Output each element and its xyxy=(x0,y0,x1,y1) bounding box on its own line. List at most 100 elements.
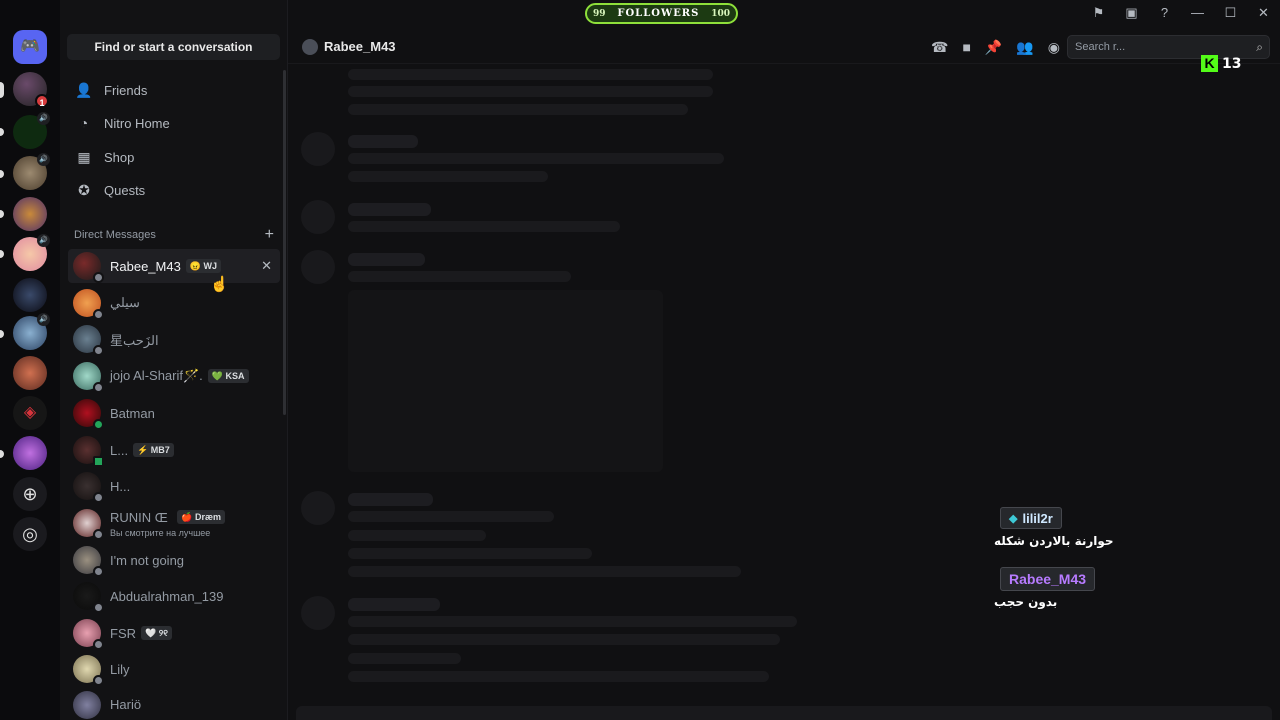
pin-icon[interactable]: 📌 xyxy=(985,39,1002,56)
skeleton-line xyxy=(348,511,554,522)
channel-header: Rabee_M43 ☎ ■ 📌 👥 ◉ Search r... ⌕ xyxy=(288,30,1280,64)
avatar xyxy=(73,509,104,540)
server-icon[interactable]: 🔊 xyxy=(13,234,50,271)
status-offline xyxy=(93,272,104,283)
find-conversation-button[interactable]: Find or start a conversation xyxy=(67,34,280,60)
dm-item[interactable]: L... ⚡ MB7 xyxy=(68,433,280,467)
nav-friends[interactable]: 👤 Friends xyxy=(68,75,274,105)
dm-item[interactable]: I'm not going xyxy=(68,543,280,577)
skeleton-line xyxy=(348,671,769,682)
home-button[interactable]: 🎮 xyxy=(13,30,47,64)
skeleton-line xyxy=(348,135,418,148)
followers-label: FOLLOWERS xyxy=(617,8,700,19)
dm-name: jojo Al-Sharif🪄. xyxy=(110,368,203,383)
nav-label: Nitro Home xyxy=(104,115,170,131)
server-icon[interactable] xyxy=(13,436,47,470)
chat-overlay-user: ◆ lilil2r xyxy=(1000,507,1062,529)
flag-icon[interactable]: ⚑ xyxy=(1082,5,1115,21)
dm-item[interactable]: RUNIN Œ 🍎 Dræm Вы смотрите на лучшее xyxy=(68,506,280,540)
server-icon[interactable]: 🔊 xyxy=(13,112,50,149)
skeleton-avatar xyxy=(301,200,335,234)
status-offline xyxy=(93,639,104,650)
inbox-icon[interactable]: ▣ xyxy=(1115,5,1148,21)
close-dm-icon[interactable]: ✕ xyxy=(261,258,272,274)
guild-tag: 💚 KSA xyxy=(207,369,249,383)
dm-name: RUNIN Œ xyxy=(110,509,168,525)
voice-call-icon[interactable]: ☎ xyxy=(931,39,948,56)
skeleton-line xyxy=(348,548,592,559)
dm-item[interactable]: jojo Al-Sharif🪄. 💚 KSA xyxy=(68,359,280,393)
dm-item[interactable]: 星الزَحب xyxy=(68,322,280,356)
dm-name: H... xyxy=(110,478,131,494)
search-placeholder: Search r... xyxy=(1075,41,1126,53)
user-profile-icon[interactable]: ◉ xyxy=(1048,39,1060,56)
sidebar-scrollbar[interactable] xyxy=(283,70,286,415)
dm-item[interactable]: H... xyxy=(68,469,280,503)
status-offline xyxy=(93,492,104,503)
channel-title: Rabee_M43 xyxy=(324,39,396,54)
status-offline xyxy=(93,602,104,613)
nav-nitro-home[interactable]: ◔ Nitro Home xyxy=(68,108,274,138)
skeleton-line xyxy=(348,104,688,115)
compass-icon: ◎ xyxy=(22,524,38,544)
dm-name: Abdualrahman_139 xyxy=(110,588,224,604)
skeleton-avatar xyxy=(301,491,335,525)
dm-item[interactable]: سيلي xyxy=(68,286,280,320)
video-call-icon[interactable]: ■ xyxy=(962,39,970,56)
dm-sidebar: Find or start a conversation 👤 Friends ◔… xyxy=(60,0,288,720)
avatar xyxy=(73,289,104,320)
avatar xyxy=(73,582,104,613)
minimize-icon[interactable]: — xyxy=(1181,5,1214,21)
nav-label: Shop xyxy=(104,149,135,165)
dm-name: FSR xyxy=(110,625,136,641)
skeleton-image xyxy=(348,290,663,472)
unread-indicator xyxy=(0,330,4,338)
dm-name: سيلي xyxy=(110,295,140,310)
skeleton-line xyxy=(348,653,461,664)
close-window-icon[interactable]: ✕ xyxy=(1247,5,1280,21)
dm-item[interactable]: Rabee_M43 😠 WJ ✕ xyxy=(68,249,280,283)
dm-text: RUNIN Œ 🍎 Dræm Вы смотрите на лучшее xyxy=(110,509,225,538)
add-friends-icon[interactable]: 👥 xyxy=(1016,39,1033,56)
dm-item[interactable]: FSR 🤍 ୨୧ xyxy=(68,616,280,650)
help-icon[interactable]: ? xyxy=(1148,5,1181,21)
server-icon[interactable] xyxy=(13,356,47,390)
server-icon[interactable]: 🔊 xyxy=(13,313,50,350)
nav-shop[interactable]: ▦ Shop xyxy=(68,142,274,172)
message-composer[interactable] xyxy=(296,706,1272,720)
nav-quests[interactable]: ✪ Quests xyxy=(68,175,274,205)
skeleton-line xyxy=(348,598,440,611)
discover-button[interactable]: ◎ xyxy=(13,517,47,551)
dm-name: Rabee_M43 xyxy=(110,258,181,274)
avatar xyxy=(73,655,104,686)
server-icon[interactable]: ◈ xyxy=(13,396,47,430)
server-icon[interactable]: 1 xyxy=(13,72,49,108)
status-offline xyxy=(93,309,104,320)
skeleton-line xyxy=(348,221,620,232)
avatar xyxy=(73,362,104,393)
dm-item[interactable]: Abdualrahman_139 xyxy=(68,579,280,613)
voice-icon: 🔊 xyxy=(37,313,50,326)
dm-item[interactable]: Batman xyxy=(68,396,280,430)
skeleton-avatar xyxy=(301,132,335,166)
add-server-button[interactable]: ⊕ xyxy=(13,477,47,511)
server-icon[interactable] xyxy=(13,197,47,231)
skeleton-avatar xyxy=(301,596,335,630)
skeleton-line xyxy=(348,253,425,266)
create-dm-plus-icon[interactable]: + xyxy=(265,227,274,243)
skeleton-line xyxy=(348,153,724,164)
server-icon[interactable] xyxy=(13,278,47,312)
voice-icon: 🔊 xyxy=(37,234,50,247)
maximize-icon[interactable]: ☐ xyxy=(1214,5,1247,21)
skeleton-line xyxy=(348,271,571,282)
skeleton-line xyxy=(348,493,433,506)
dm-item[interactable]: Lily xyxy=(68,652,280,686)
avatar xyxy=(73,399,104,430)
dm-item[interactable]: Hariö xyxy=(68,689,280,720)
avatar xyxy=(73,436,104,467)
skeleton-line xyxy=(348,616,797,627)
quests-icon: ✪ xyxy=(78,181,90,198)
server-icon[interactable]: 🔊 xyxy=(13,153,50,190)
avatar xyxy=(73,619,104,650)
unread-indicator xyxy=(0,250,4,258)
